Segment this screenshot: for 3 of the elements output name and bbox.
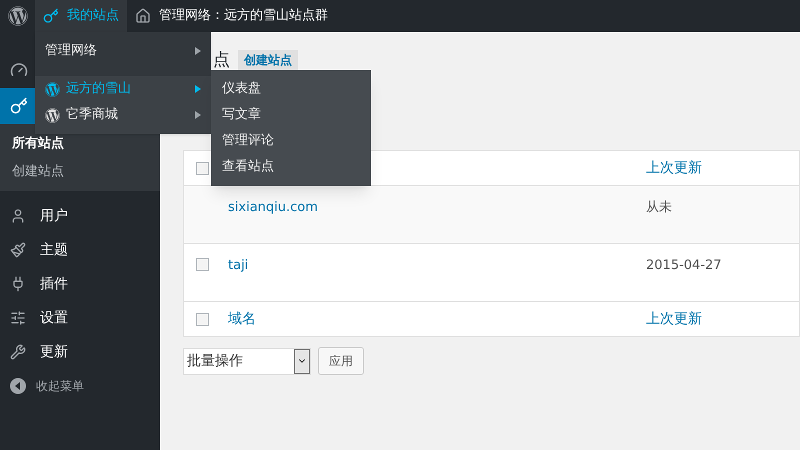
table-cell-text: 2015-04-27 (646, 257, 723, 275)
table-cell-text: 从未 (646, 199, 673, 217)
page-title: 点 (213, 50, 230, 70)
